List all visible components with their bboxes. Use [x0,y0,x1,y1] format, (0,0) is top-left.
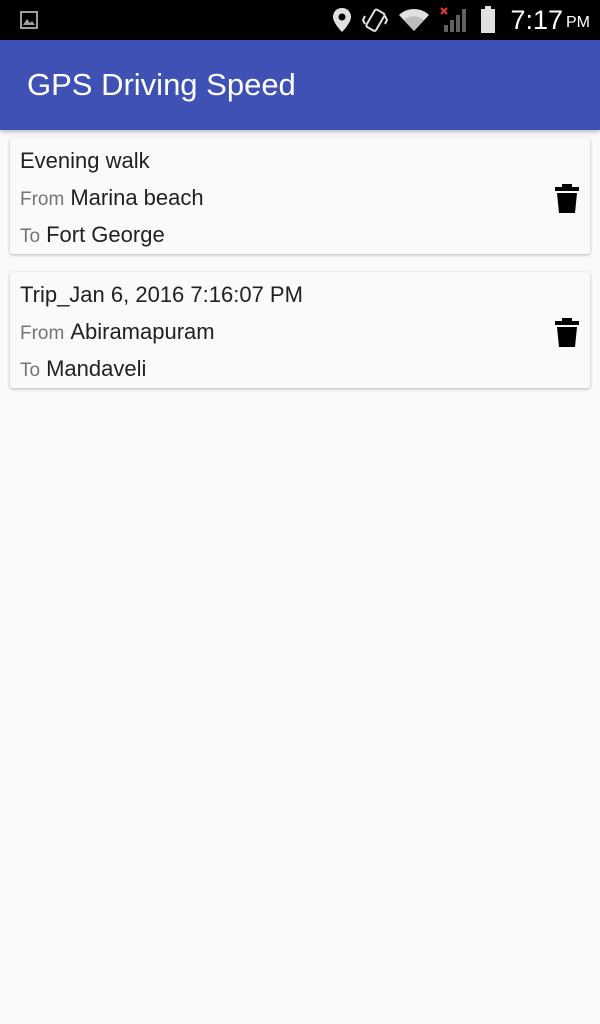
from-label: From [20,189,65,210]
trip-to-row: To Fort George [20,222,165,248]
trip-list: Evening walk From Marina beach To Fort Geo… [10,138,590,406]
clock-ampm: PM [566,14,590,31]
trip-card[interactable]: Evening walk From Marina beach To Fort Geo… [10,138,590,254]
trip-to-value: Mandaveli [46,356,147,381]
battery-icon [480,6,496,34]
to-label: To [20,226,41,247]
status-icons: 7:17 PM [332,0,590,40]
trip-card[interactable]: Trip_Jan 6, 2016 7:16:07 PM From Abiramap… [10,272,590,388]
trip-name: Evening walk [20,148,150,173]
wifi-icon [398,8,430,32]
trash-icon [555,318,579,347]
from-label: From [20,323,65,344]
app-title: GPS Driving Speed [27,67,296,102]
delete-trip-button[interactable] [554,318,580,348]
trip-name: Trip_Jan 6, 2016 7:16:07 PM [20,282,303,307]
clock-time: 7:17 [510,4,563,35]
gallery-notification-icon [20,11,38,29]
status-bar: 7:17 PM [0,0,600,40]
trip-from-row: From Abiramapuram [20,319,215,345]
cellular-signal-icon [440,7,470,33]
trip-from-value: Marina beach [70,185,204,210]
trip-from-row: From Marina beach [20,185,204,211]
trip-to-row: To Mandaveli [20,356,146,382]
vibrate-icon [362,7,389,33]
location-pin-icon [332,7,352,33]
trash-icon [555,184,579,213]
trip-to-value: Fort George [46,222,165,247]
to-label: To [20,360,41,381]
trip-from-value: Abiramapuram [70,319,215,344]
delete-trip-button[interactable] [554,184,580,214]
app-bar: GPS Driving Speed [0,40,600,130]
